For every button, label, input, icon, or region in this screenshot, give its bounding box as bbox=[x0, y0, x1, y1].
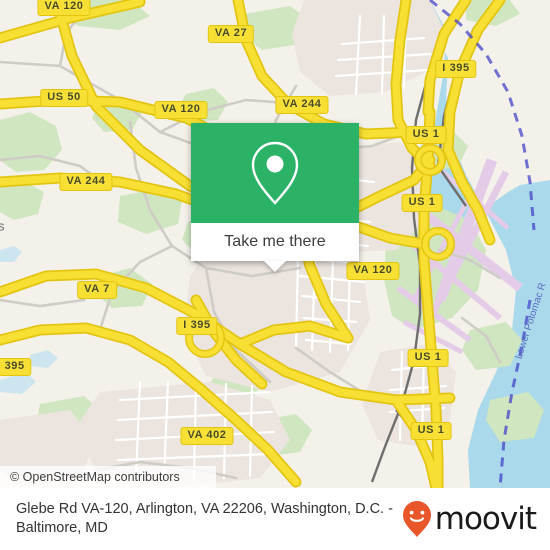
road-shield: I 395 bbox=[435, 60, 477, 78]
map-canvas[interactable]: VA 120 VA 27 I 395 US 50 VA 120 VA 244 U… bbox=[0, 0, 550, 488]
screenshot-root: VA 120 VA 27 I 395 US 50 VA 120 VA 244 U… bbox=[0, 0, 550, 550]
road-shield: VA 402 bbox=[180, 427, 234, 445]
moovit-wordmark: moovit bbox=[434, 500, 537, 537]
road-shield: I 395 bbox=[176, 317, 218, 335]
road-shield: US 1 bbox=[407, 349, 449, 367]
map-pin-icon bbox=[251, 141, 299, 205]
footer-bar: Glebe Rd VA-120, Arlington, VA 22206, Wa… bbox=[0, 488, 550, 550]
road-shield: US 1 bbox=[401, 194, 443, 212]
map-attribution: © OpenStreetMap contributors bbox=[0, 466, 216, 488]
callout-pin-area bbox=[191, 123, 359, 223]
road-shield: VA 244 bbox=[59, 173, 113, 191]
road-shield: I 395 bbox=[0, 358, 32, 376]
place-label: s bbox=[0, 218, 5, 234]
road-shield: VA 27 bbox=[207, 25, 255, 43]
road-shield: US 1 bbox=[405, 126, 447, 144]
road-shield: US 1 bbox=[410, 422, 452, 440]
moovit-logo: moovit bbox=[402, 500, 537, 538]
take-me-there-label: Take me there bbox=[224, 233, 326, 250]
road-shield: VA 244 bbox=[275, 96, 329, 114]
road-shield: VA 120 bbox=[346, 262, 400, 280]
road-shield: VA 120 bbox=[154, 101, 208, 119]
road-shield: VA 7 bbox=[77, 281, 117, 299]
moovit-smiley-pin-icon bbox=[402, 501, 431, 537]
road-shield: US 50 bbox=[40, 89, 88, 107]
attribution-text: © OpenStreetMap contributors bbox=[10, 470, 180, 484]
location-title: Glebe Rd VA-120, Arlington, VA 22206, Wa… bbox=[16, 501, 393, 536]
road-shield: VA 120 bbox=[37, 0, 91, 16]
location-callout-card[interactable]: Take me there bbox=[191, 123, 359, 272]
take-me-there-button[interactable]: Take me there bbox=[191, 223, 359, 261]
callout-tail bbox=[264, 261, 286, 272]
